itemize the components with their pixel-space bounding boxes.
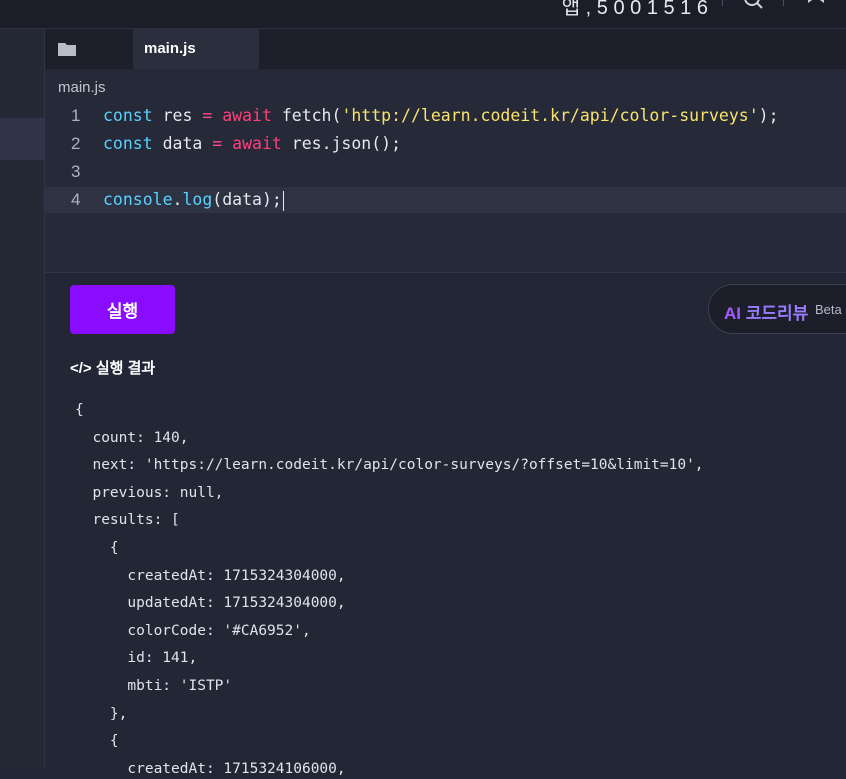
output-line: createdAt: 1715324304000, (75, 567, 346, 584)
bookmark-icon[interactable] (806, 0, 826, 10)
code-text: const res = await fetch('http://learn.co… (103, 103, 779, 129)
output-line: next: 'https://learn.codeit.kr/api/color… (75, 457, 704, 474)
beta-label: Beta (815, 302, 842, 317)
tab-main-js[interactable]: main.js (133, 29, 259, 69)
output-line: mbti: 'ISTP' (75, 678, 233, 694)
search-icon[interactable] (744, 0, 764, 10)
line-number: 4 (71, 190, 81, 209)
output-line: updatedAt: 1715324304000, (75, 595, 346, 612)
code-token: = (212, 134, 223, 153)
code-token: fetch( (271, 106, 342, 125)
code-token: . (172, 190, 183, 209)
output-line: colorCode: '#CA6952', (75, 622, 311, 639)
code-text: const data = await res.json(); (103, 131, 401, 157)
code-token: await (222, 106, 272, 125)
code-token: = (202, 106, 213, 125)
ai-code-review-button[interactable]: AI 코드리뷰 Beta (708, 284, 846, 334)
code-editor[interactable]: main.js 1 const res = await fetch('http:/… (45, 69, 846, 272)
code-token: res (152, 106, 203, 125)
output-heading: </> 실행 결과 (70, 360, 156, 377)
code-line[interactable]: 4 console.log(data); (45, 187, 846, 213)
code-review-text: 코드리뷰 (745, 304, 809, 323)
left-sidebar (0, 29, 45, 767)
output-line: id: 141, (75, 650, 198, 667)
code-token: data (152, 134, 213, 153)
editor-tab-bar: main.js (45, 29, 846, 69)
output-line: results: [ (75, 512, 180, 529)
output-line: createdAt: 1715324106000, (75, 760, 346, 777)
code-line[interactable]: 2 const data = await res.json(); (45, 131, 846, 157)
text-cursor (282, 190, 284, 211)
code-token: const (103, 134, 153, 153)
code-line[interactable]: 3 (45, 159, 846, 185)
output-line: { (75, 402, 84, 418)
top-header: 앱 , 5 0 0 1 5 1 6 (0, 0, 846, 29)
output-line: count: 140, (75, 429, 189, 446)
line-number: 3 (71, 162, 81, 181)
tab-label: main.js (144, 40, 196, 57)
ai-badge: AI (724, 304, 741, 323)
output-line: previous: null, (75, 484, 224, 501)
code-token: res.json(); (281, 134, 402, 153)
output-line: }, (75, 705, 128, 722)
code-token: ); (758, 106, 779, 125)
output-line: { (75, 733, 119, 750)
sidebar-active-item[interactable] (0, 118, 44, 160)
run-button[interactable]: 실행 (70, 285, 175, 334)
file-name-label: main.js (58, 79, 106, 96)
code-token: await (232, 134, 282, 153)
folder-icon[interactable] (45, 29, 89, 69)
header-divider (722, 0, 723, 6)
line-number: 1 (71, 106, 81, 125)
code-token: (data); (212, 190, 282, 209)
code-token: console (103, 190, 173, 209)
code-token: log (182, 190, 213, 209)
line-number: 2 (71, 134, 81, 153)
output-line: { (75, 540, 119, 556)
header-divider (783, 0, 784, 6)
code-line[interactable]: 1 const res = await fetch('http://learn.c… (45, 103, 846, 129)
code-text: console.log(data); (103, 187, 284, 213)
code-token: 'http://learn.codeit.kr/api/color-survey… (341, 106, 759, 125)
output-panel: </> 실행 결과 { count: 140, next: 'https://l… (45, 345, 846, 777)
header-title: 앱 , 5 0 0 1 5 1 6 (561, 0, 708, 19)
run-toolbar: 실행 AI 코드리뷰 Beta (45, 272, 846, 346)
code-token: const (103, 106, 153, 125)
ai-code-review-label: AI 코드리뷰 (724, 299, 808, 324)
